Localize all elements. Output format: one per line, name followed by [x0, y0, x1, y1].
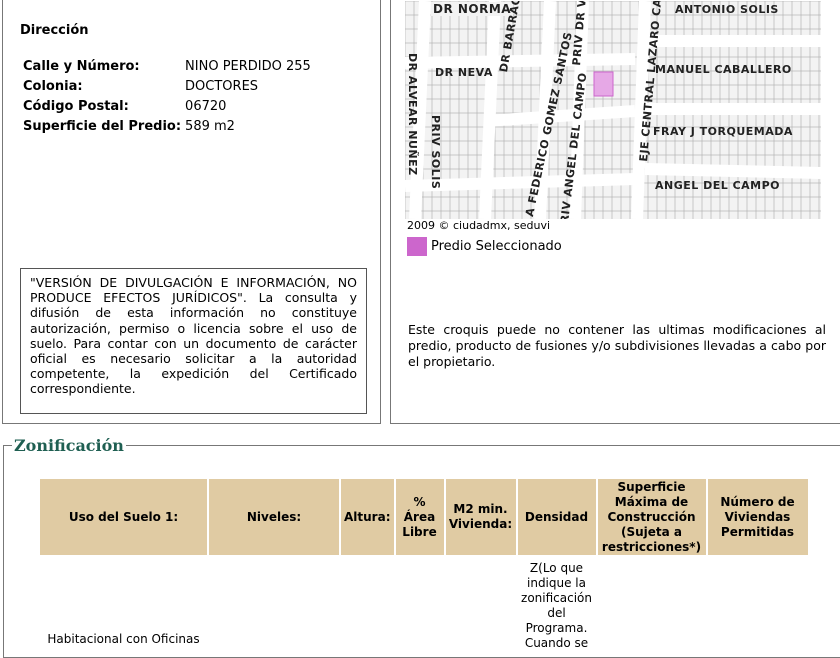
col-uso-suelo: Uso del Suelo 1: [40, 479, 207, 555]
street-label: DR NEVA [435, 66, 493, 79]
col-niveles: Niveles: [209, 479, 339, 555]
legend-label: Predio Seleccionado [431, 239, 562, 254]
zonificacion-title: Zonificación [14, 436, 124, 455]
street-label: MANUEL CABALLERO [655, 63, 792, 76]
parcel-map[interactable]: DR NORMA DR BARRAGAN PRIV DR VE EJE CENT… [405, 1, 821, 219]
address-row: Colonia: DOCTORES [21, 77, 313, 97]
cell-densidad: Z(Lo que indique la zonificación del Pro… [521, 561, 592, 650]
col-superficie-maxima: Superficie Máxima de Construcción (Sujet… [597, 479, 706, 555]
label: Calle y Número: [23, 59, 140, 74]
street-label: DR NORMA [431, 2, 514, 16]
map-panel: DR NORMA DR BARRAGAN PRIV DR VE EJE CENT… [390, 0, 840, 424]
value: 589 m2 [185, 119, 235, 134]
legend-swatch [407, 237, 427, 256]
col-m2-vivienda: M2 min. Vivienda: [445, 479, 516, 555]
address-table: Calle y Número: NINO PERDIDO 255 Colonia:… [21, 57, 313, 137]
street-label: PRIV SOLIS [429, 115, 442, 190]
cell-uso: Habitacional con Oficinas [47, 631, 200, 646]
address-row: Código Postal: 06720 [21, 97, 313, 117]
address-panel: Dirección Calle y Número: NINO PERDIDO 25… [2, 0, 381, 424]
map-note: Este croquis puede no contener las ultim… [408, 322, 826, 369]
street-label: FRAY J TORQUEMADA [653, 125, 793, 138]
selected-parcel [593, 71, 614, 97]
label: Código Postal: [23, 99, 129, 114]
col-area-libre: % Área Libre [395, 479, 444, 555]
label: Superficie del Predio: [23, 119, 182, 134]
value: 06720 [185, 99, 227, 114]
label: Colonia: [23, 79, 83, 94]
col-altura: Altura: [341, 479, 394, 555]
street-label: ANGEL DEL CAMPO [655, 179, 781, 192]
map-legend: Predio Seleccionado [407, 237, 562, 256]
address-row: Calle y Número: NINO PERDIDO 255 [21, 57, 313, 77]
map-copyright: 2009 © ciudadmx, seduvi [407, 219, 551, 232]
zonificacion-table: Uso del Suelo 1: Niveles: Altura: % Área… [38, 477, 810, 653]
value: DOCTORES [185, 79, 259, 94]
street-label: ANTONIO SOLIS [675, 3, 779, 16]
col-densidad: Densidad [517, 479, 596, 555]
disclaimer-box: "VERSIÓN DE DIVULGACIÓN E INFORMACIÓN, N… [20, 268, 367, 414]
value: NINO PERDIDO 255 [185, 59, 311, 74]
col-numero-viviendas: Número de Viviendas Permitidas [707, 479, 808, 555]
address-row: Superficie del Predio: 589 m2 [21, 117, 313, 137]
direccion-heading: Dirección [20, 23, 89, 38]
zonificacion-section: Zonificación Uso del Suelo 1: Niveles: A… [3, 436, 840, 658]
street-label: DR ALVEAR NUÑEZ [406, 53, 419, 176]
table-header-row: Uso del Suelo 1: Niveles: Altura: % Área… [40, 479, 808, 555]
table-row: Habitacional con Oficinas Z(Lo que indiq… [40, 557, 808, 651]
